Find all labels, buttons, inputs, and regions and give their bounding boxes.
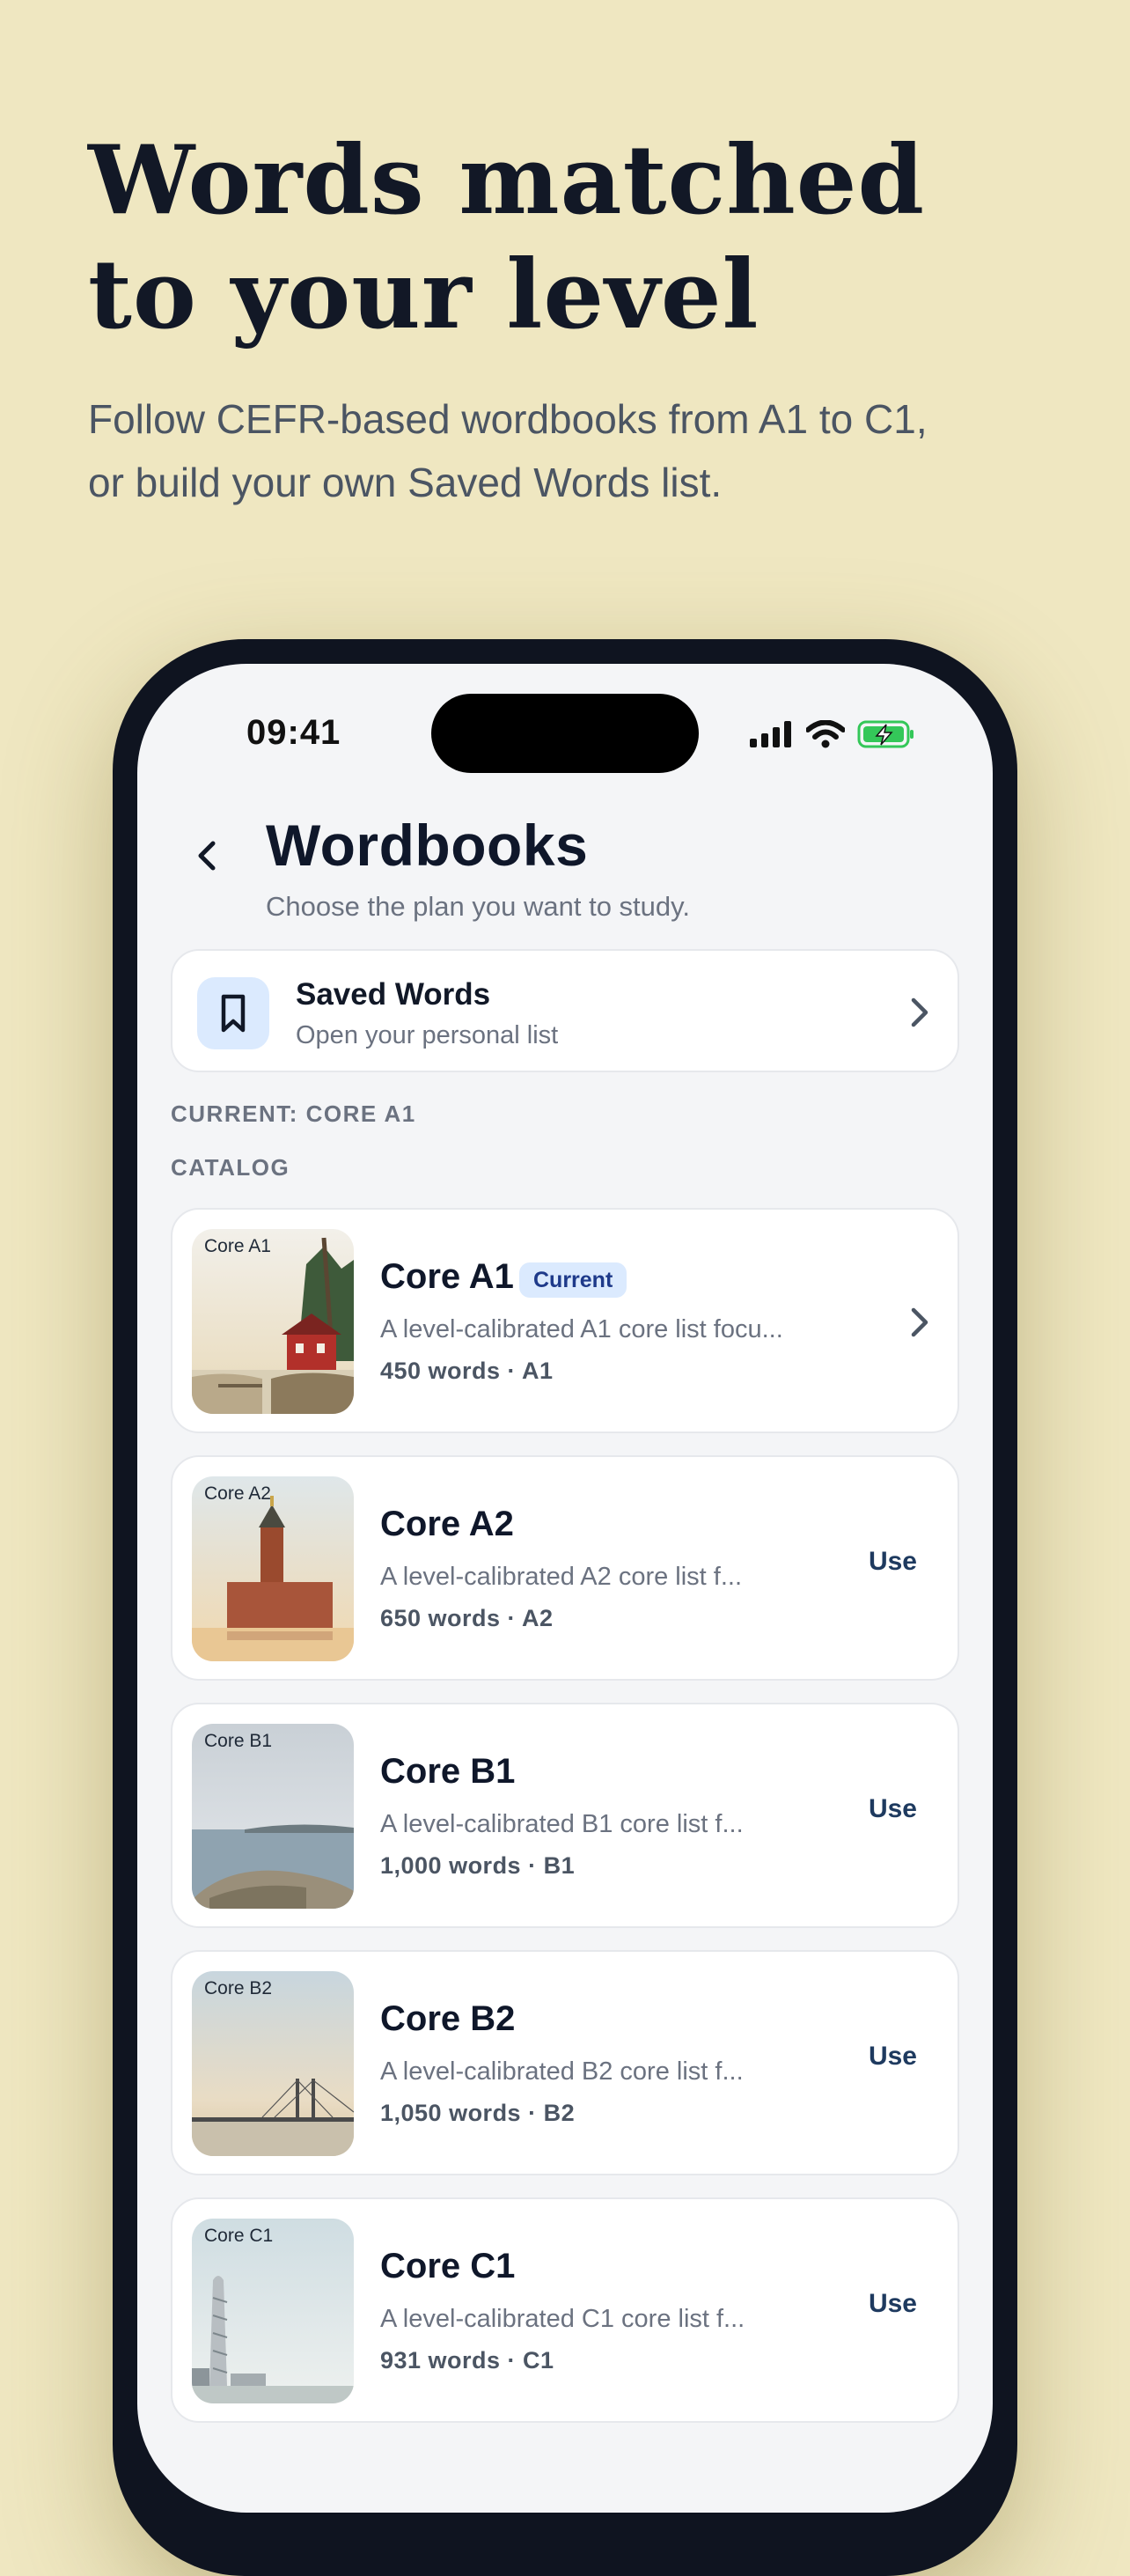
wordbook-description: A level-calibrated A2 core list f... <box>380 1563 743 1591</box>
chevron-right-icon <box>911 997 928 1027</box>
wordbook-meta: 450 words · A1 <box>380 1358 554 1384</box>
wifi-icon <box>806 720 845 748</box>
thumbnail-label: Core B2 <box>204 1978 273 1998</box>
wordbook-thumbnail: Core A1 <box>192 1229 354 1414</box>
subhead-line-1: Follow CEFR-based wordbooks from A1 to C… <box>88 396 928 442</box>
saved-words-title: Saved Words <box>296 977 491 1012</box>
wordbook-card-b2[interactable]: Core B2 Core B2 A level-calibrated B2 co… <box>171 1950 959 2175</box>
wordbook-meta: 650 words · A2 <box>380 1605 554 1631</box>
battery-charging-icon <box>857 720 914 748</box>
wordbook-title: Core B1 <box>380 1752 516 1791</box>
wordbook-description: A level-calibrated B2 core list f... <box>380 2057 744 2086</box>
thumbnail-label: Core A1 <box>204 1236 271 1256</box>
use-button[interactable]: Use <box>869 1547 917 1577</box>
thumbnail-label: Core C1 <box>204 2226 274 2246</box>
wordbook-meta: 1,050 words · B2 <box>380 2100 576 2126</box>
wordbook-thumbnail: Core B1 <box>192 1724 354 1909</box>
chevron-left-icon[interactable] <box>183 831 232 880</box>
phone-screen: 09:41 Wordbooks Choose the plan you want… <box>137 664 993 2513</box>
marketing-subhead: Follow CEFR-based wordbooks from A1 to C… <box>88 387 1074 514</box>
use-button[interactable]: Use <box>869 2042 917 2072</box>
wordbook-description: A level-calibrated A1 core list focu... <box>380 1315 783 1343</box>
signal-icon <box>750 721 791 747</box>
wordbook-thumbnail: Core B2 <box>192 1971 354 2156</box>
saved-words-icon-box <box>197 977 269 1049</box>
wordbook-thumbnail: Core A2 <box>192 1476 354 1661</box>
current-plan-label: CURRENT: CORE A1 <box>171 1100 416 1127</box>
headline-line-2: to your level <box>88 239 759 350</box>
wordbook-card-b1[interactable]: Core B1 Core B1 A level-calibrated B1 co… <box>171 1703 959 1928</box>
subhead-line-2: or build your own Saved Words list. <box>88 460 723 505</box>
wordbook-card-a1[interactable]: Core A1 Core A1 Current A level-calibrat… <box>171 1208 959 1433</box>
catalog-label: CATALOG <box>171 1154 290 1181</box>
current-badge: Current <box>519 1262 627 1298</box>
wordbook-title: Core C1 <box>380 2247 516 2285</box>
chevron-right-icon[interactable] <box>906 1305 933 1340</box>
status-icons <box>750 718 915 750</box>
headline-line-1: Words matched <box>88 125 925 236</box>
saved-words-subtitle: Open your personal list <box>296 1021 559 1049</box>
wordbook-card-a2[interactable]: Core A2 Core A2 A level-calibrated A2 co… <box>171 1455 959 1681</box>
wordbook-card-c1[interactable]: Core C1 Core C1 A level-calibrated C1 co… <box>171 2197 959 2423</box>
wordbook-meta: 1,000 words · B1 <box>380 1852 576 1879</box>
wordbook-description: A level-calibrated C1 core list f... <box>380 2305 745 2333</box>
thumbnail-label: Core A2 <box>204 1483 271 1504</box>
wordbook-title: Core B2 <box>380 1999 516 2038</box>
wordbook-title: Core A1 <box>380 1257 514 1296</box>
wordbook-meta: 931 words · C1 <box>380 2347 554 2374</box>
wordbook-title: Core A2 <box>380 1505 514 1543</box>
use-button[interactable]: Use <box>869 1794 917 1824</box>
marketing-headline: Words matched to your level <box>88 123 1056 352</box>
thumbnail-label: Core B1 <box>204 1731 273 1751</box>
use-button[interactable]: Use <box>869 2289 917 2319</box>
page-subtitle: Choose the plan you want to study. <box>266 891 690 922</box>
status-time: 09:41 <box>246 713 341 752</box>
wordbook-description: A level-calibrated B1 core list f... <box>380 1810 744 1838</box>
dynamic-island <box>431 694 699 773</box>
bookmark-icon <box>221 994 246 1033</box>
page-title: Wordbooks <box>266 813 589 878</box>
saved-words-card[interactable]: Saved Words Open your personal list <box>171 949 959 1072</box>
wordbook-thumbnail: Core C1 <box>192 2219 354 2403</box>
